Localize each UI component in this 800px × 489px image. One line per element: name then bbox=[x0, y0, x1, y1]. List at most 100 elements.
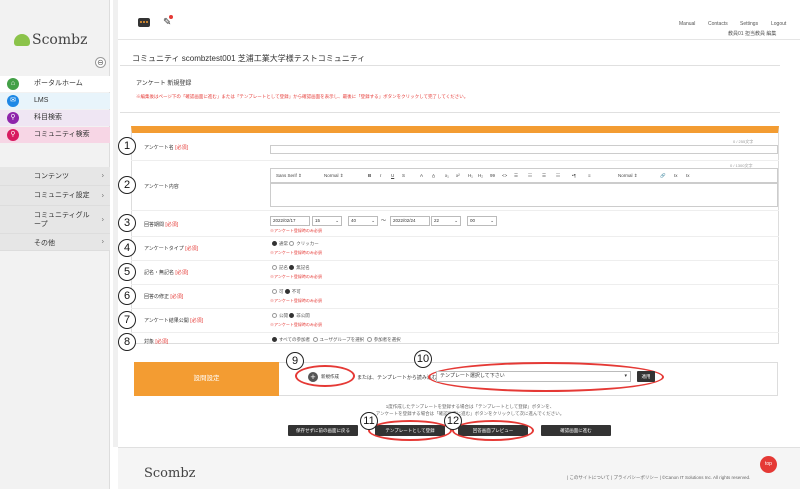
footer-logo[interactable]: Scombz bbox=[144, 466, 196, 481]
lms-icon: ✉ bbox=[7, 95, 19, 107]
revise-allowed-radio[interactable]: 可 bbox=[272, 289, 284, 295]
footer-links[interactable]: | このサイトについて | プライバシーポリシー | ©Canon IT Sol… bbox=[567, 475, 750, 481]
editor-toolbar-button[interactable]: ☰ bbox=[542, 173, 546, 179]
editor-toolbar-button[interactable]: 99 bbox=[490, 173, 495, 178]
search-icon: ⚲ bbox=[7, 112, 19, 124]
type-clicker-radio[interactable]: クリッカー bbox=[289, 241, 319, 247]
sidebar-menu-label: コミュニティ設定 bbox=[34, 192, 90, 199]
required-hint: ※アンケート登録時のみ必須 bbox=[270, 250, 322, 255]
manual-link[interactable]: Manual bbox=[679, 21, 695, 27]
sidebar-menu-label: その他 bbox=[34, 240, 55, 247]
editor-toolbar bbox=[270, 168, 778, 183]
publish-radio[interactable]: 公開 bbox=[272, 313, 288, 319]
editor-toolbar-button[interactable]: H₂ bbox=[478, 173, 483, 178]
revise-denied-radio[interactable]: 不可 bbox=[284, 289, 301, 295]
sidebar-nav-item[interactable]: ✉ LMS bbox=[0, 93, 110, 109]
editor-toolbar-button[interactable]: 🔗 bbox=[660, 173, 666, 179]
row-divider bbox=[131, 284, 779, 285]
sidebar-menu-item[interactable]: その他 › bbox=[0, 234, 110, 251]
sidebar-menu-item[interactable]: コミュニティグル ープ › bbox=[0, 206, 110, 234]
template-select[interactable]: テンプレート選択して下さい ▾ bbox=[436, 371, 631, 382]
editor-toolbar-button[interactable]: Normal ⇕ bbox=[618, 173, 638, 179]
row-divider bbox=[131, 260, 779, 261]
sidebar-nav-item[interactable]: ⌂ ポータルホーム bbox=[0, 76, 110, 92]
sidebar-menu-item[interactable]: コミュニティ設定 › bbox=[0, 186, 110, 206]
sidebar-nav-label: LMS bbox=[34, 97, 49, 104]
page-footer bbox=[118, 447, 800, 489]
editor-toolbar-button[interactable]: x² bbox=[456, 173, 460, 178]
divider bbox=[120, 112, 780, 113]
period-separator: 〜 bbox=[381, 218, 387, 224]
tree-logo-icon bbox=[14, 34, 30, 46]
logout-link[interactable]: Logout bbox=[771, 21, 786, 27]
settings-link[interactable]: Settings bbox=[740, 21, 758, 27]
target-all-radio[interactable]: すべての参加者 bbox=[272, 337, 310, 343]
target-group-radio[interactable]: ユーザグループを選択 bbox=[312, 337, 364, 343]
annotation-number-9: 9 bbox=[286, 352, 304, 370]
survey-form-panel bbox=[131, 126, 779, 344]
target-participant-radio[interactable]: 参加者を選択 bbox=[366, 337, 401, 343]
annotation-number-8: 8 bbox=[118, 333, 136, 351]
editor-toolbar-button[interactable]: <> bbox=[502, 173, 507, 178]
row-divider bbox=[131, 332, 779, 333]
survey-content-editor[interactable] bbox=[270, 183, 778, 207]
editor-toolbar-button[interactable]: A bbox=[420, 173, 423, 178]
page-title: アンケート 新規登録 bbox=[136, 81, 192, 87]
editor-toolbar-button[interactable]: ☷ bbox=[528, 173, 532, 179]
annotation-number-12: 12 bbox=[444, 412, 462, 430]
sidebar-menu-label: コンテンツ bbox=[34, 173, 69, 180]
survey-content-label: アンケート内容 bbox=[144, 184, 179, 190]
editor-toolbar-button[interactable]: S bbox=[402, 173, 405, 178]
start-hour-select[interactable]: 15 ⌄ bbox=[312, 216, 342, 226]
start-minute-select[interactable]: 40 ⌄ bbox=[348, 216, 378, 226]
end-hour-select[interactable]: 22 ⌄ bbox=[431, 216, 461, 226]
end-date-input[interactable]: 2022/02/24 bbox=[390, 216, 430, 226]
confirm-button[interactable]: 確認画面に進む bbox=[541, 425, 611, 436]
named-radio[interactable]: 記名 bbox=[272, 265, 288, 271]
editor-toolbar-button[interactable]: Ix bbox=[686, 173, 690, 178]
editor-toolbar-button[interactable]: ☷ bbox=[556, 173, 560, 179]
scombz-logo[interactable]: Scombz bbox=[14, 32, 87, 48]
template-or-text: または、テンプレートから読み込む bbox=[357, 375, 437, 381]
sidebar-nav-item[interactable]: ⚲ コミュニティ検索 bbox=[0, 127, 110, 143]
named-label: 記名・無記名 [必須] bbox=[144, 270, 189, 276]
survey-name-input[interactable] bbox=[270, 145, 778, 154]
survey-name-label: アンケート名 [必須] bbox=[144, 145, 188, 151]
annotation-number-3: 3 bbox=[118, 214, 136, 232]
editor-toolbar-button[interactable]: Sans Serif ⇕ bbox=[276, 173, 302, 179]
sidebar-nav-item[interactable]: ⚲ 科目検索 bbox=[0, 110, 110, 126]
back-button[interactable]: 保存せずに前の画面に戻る bbox=[288, 425, 358, 436]
chevron-right-icon: › bbox=[101, 172, 104, 180]
notification-icon[interactable]: ✎ bbox=[163, 15, 173, 28]
end-minute-select[interactable]: 00 ⌄ bbox=[467, 216, 497, 226]
editor-toolbar-button[interactable]: H₁ bbox=[468, 173, 473, 178]
editor-toolbar-button[interactable]: Ix bbox=[674, 173, 678, 178]
type-normal-radio[interactable]: 通常 bbox=[272, 241, 288, 247]
chevron-right-icon: › bbox=[101, 192, 104, 199]
editor-toolbar-button[interactable]: Normal ⇕ bbox=[324, 173, 344, 179]
add-question-button[interactable]: 新規作成 bbox=[321, 374, 339, 380]
unpublish-radio[interactable]: 非公開 bbox=[289, 313, 310, 319]
editor-toolbar-button[interactable]: ≡ bbox=[588, 173, 591, 178]
editor-toolbar-button[interactable]: ☰ bbox=[514, 173, 518, 179]
anonymous-radio[interactable]: 無記名 bbox=[289, 265, 310, 271]
editor-toolbar-button[interactable]: •¶ bbox=[572, 173, 576, 178]
highlight-oval bbox=[368, 420, 452, 441]
chat-icon[interactable] bbox=[138, 18, 150, 27]
required-hint: ※アンケート登録時のみ必須 bbox=[270, 274, 322, 279]
editor-toolbar-button[interactable]: U bbox=[391, 173, 394, 178]
sidebar-menu-item[interactable]: コンテンツ › bbox=[0, 167, 110, 186]
editor-toolbar-button[interactable]: I bbox=[380, 173, 381, 178]
editor-toolbar-button[interactable]: A̲ bbox=[432, 173, 435, 178]
editor-toolbar-button[interactable]: B bbox=[368, 173, 371, 178]
sidebar-collapse-button[interactable]: ⊖ bbox=[95, 57, 106, 68]
contacts-link[interactable]: Contacts bbox=[708, 21, 728, 27]
back-to-top-button[interactable]: top bbox=[760, 456, 777, 473]
answer-revise-label: 回答の修正 [必須] bbox=[144, 294, 184, 300]
editor-toolbar-button[interactable]: x₁ bbox=[445, 173, 449, 178]
survey-type-label: アンケートタイプ [必須] bbox=[144, 246, 198, 252]
apply-template-button[interactable]: 適用 bbox=[637, 371, 655, 382]
add-question-icon[interactable]: + bbox=[308, 372, 318, 382]
start-date-input[interactable]: 2022/02/17 bbox=[270, 216, 310, 226]
annotation-number-5: 5 bbox=[118, 263, 136, 281]
